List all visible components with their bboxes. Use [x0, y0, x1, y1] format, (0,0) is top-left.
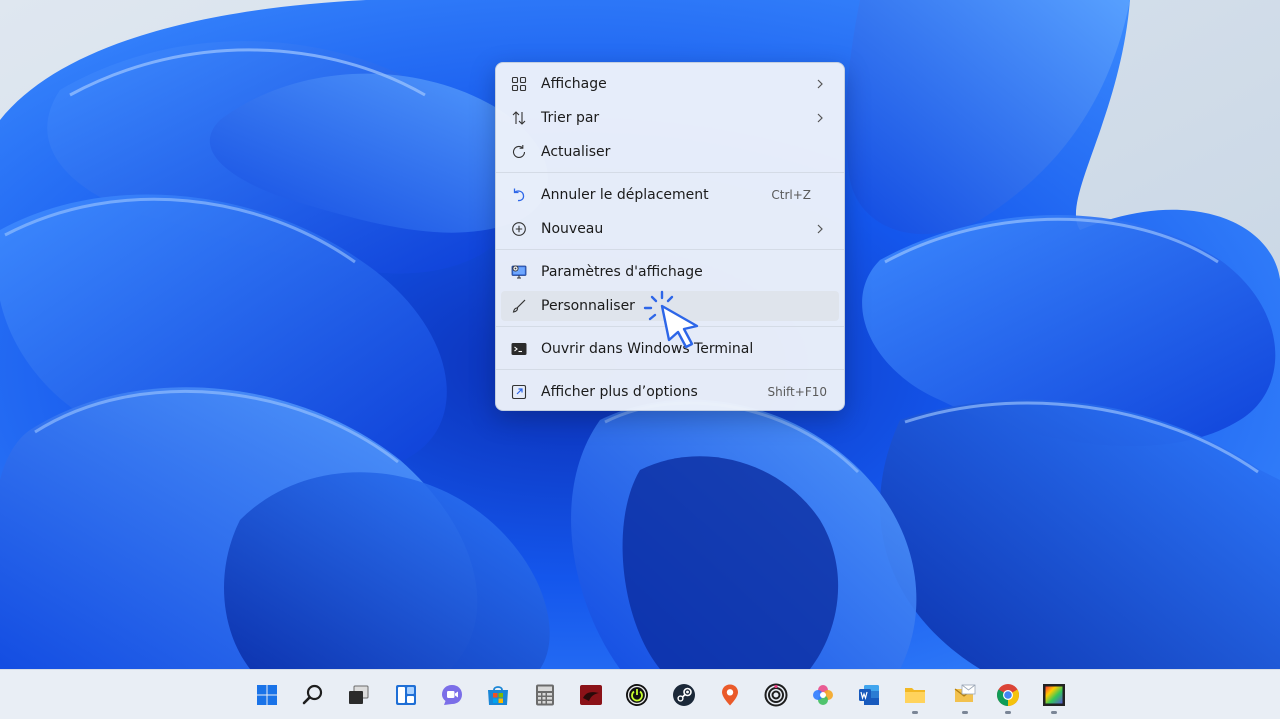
shortcut-label: Ctrl+Z — [771, 188, 811, 202]
running-indicator — [912, 711, 918, 714]
steam-icon[interactable] — [672, 683, 696, 707]
menu-item-label: Paramètres d'affichage — [541, 264, 703, 280]
menu-item-show-more-options[interactable]: Afficher plus d’options Shift+F10 — [501, 377, 839, 407]
more-options-icon — [511, 384, 527, 400]
menu-item-label: Trier par — [541, 110, 600, 126]
new-plus-icon — [512, 222, 526, 236]
menu-item-label: Annuler le déplacement — [541, 187, 709, 203]
app-power-icon[interactable] — [625, 683, 649, 707]
widgets-icon[interactable] — [394, 683, 418, 707]
chevron-right-icon — [817, 113, 823, 123]
running-indicator — [1051, 711, 1057, 714]
chat-icon[interactable] — [440, 683, 464, 707]
running-indicator — [962, 711, 968, 714]
menu-item-refresh[interactable]: Actualiser — [501, 137, 839, 167]
sort-arrows-icon — [512, 111, 526, 125]
word-icon[interactable] — [857, 683, 881, 707]
search-icon[interactable] — [301, 683, 325, 707]
menu-item-new[interactable]: Nouveau — [501, 214, 839, 244]
start-icon[interactable] — [255, 683, 279, 707]
menu-separator — [496, 369, 844, 370]
menu-item-label: Afficher plus d’options — [541, 384, 698, 400]
app-rings-icon[interactable] — [764, 683, 788, 707]
menu-item-view[interactable]: Affichage — [501, 69, 839, 99]
menu-separator — [496, 172, 844, 173]
menu-item-label: Affichage — [541, 76, 607, 92]
menu-item-label: Nouveau — [541, 221, 604, 237]
menu-item-sort-by[interactable]: Trier par — [501, 103, 839, 133]
refresh-icon — [512, 145, 526, 158]
terminal-icon — [511, 343, 527, 355]
shortcut-label: Shift+F10 — [767, 385, 827, 399]
maps-pin-icon[interactable] — [718, 683, 742, 707]
app-red-icon[interactable] — [579, 683, 603, 707]
display-settings-icon — [511, 265, 527, 279]
running-indicator — [1005, 711, 1011, 714]
photos-icon[interactable] — [811, 683, 835, 707]
chevron-right-icon — [817, 224, 823, 234]
chrome-icon[interactable] — [996, 683, 1020, 707]
calculator-icon[interactable] — [533, 683, 557, 707]
desktop-context-menu: Affichage Trier par Actualiser Annuler l… — [495, 62, 845, 411]
menu-item-label: Personnaliser — [541, 298, 635, 314]
mail-icon[interactable] — [953, 683, 977, 707]
brush-icon — [512, 299, 526, 313]
view-grid-icon — [511, 76, 527, 92]
undo-icon — [513, 188, 525, 202]
menu-item-undo-move[interactable]: Annuler le déplacement Ctrl+Z — [501, 180, 839, 210]
taskbar — [0, 669, 1280, 719]
video-editor-icon[interactable] — [1042, 683, 1066, 707]
task-view-icon[interactable] — [347, 683, 371, 707]
menu-item-label: Actualiser — [541, 144, 611, 160]
chevron-right-icon — [817, 79, 823, 89]
file-explorer-icon[interactable] — [903, 683, 927, 707]
menu-separator — [496, 249, 844, 250]
mouse-pointer-icon — [643, 290, 699, 349]
store-icon[interactable] — [486, 683, 510, 707]
menu-item-display-settings[interactable]: Paramètres d'affichage — [501, 257, 839, 287]
